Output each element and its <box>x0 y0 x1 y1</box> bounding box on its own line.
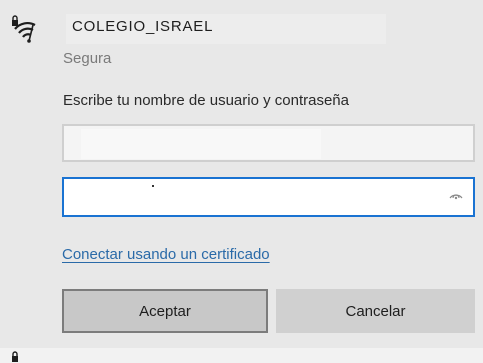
accept-button[interactable]: Aceptar <box>62 289 268 333</box>
username-field[interactable] <box>62 124 475 162</box>
security-status: Segura <box>63 50 112 67</box>
credentials-prompt: Escribe tu nombre de usuario y contraseñ… <box>63 92 349 109</box>
wifi-login-panel: COLEGIO_ISRAEL Segura Escribe tu nombre … <box>0 0 483 348</box>
wifi-secured-icon <box>12 15 36 43</box>
cancel-button[interactable]: Cancelar <box>276 289 475 333</box>
username-value <box>81 129 321 159</box>
lock-icon <box>12 351 18 362</box>
password-value <box>152 185 154 187</box>
next-network-item[interactable] <box>0 348 483 363</box>
certificate-link[interactable]: Conectar usando un certificado <box>62 246 270 263</box>
eye-icon[interactable] <box>449 191 463 201</box>
network-name: COLEGIO_ISRAEL <box>72 18 214 35</box>
password-field[interactable] <box>62 177 475 217</box>
